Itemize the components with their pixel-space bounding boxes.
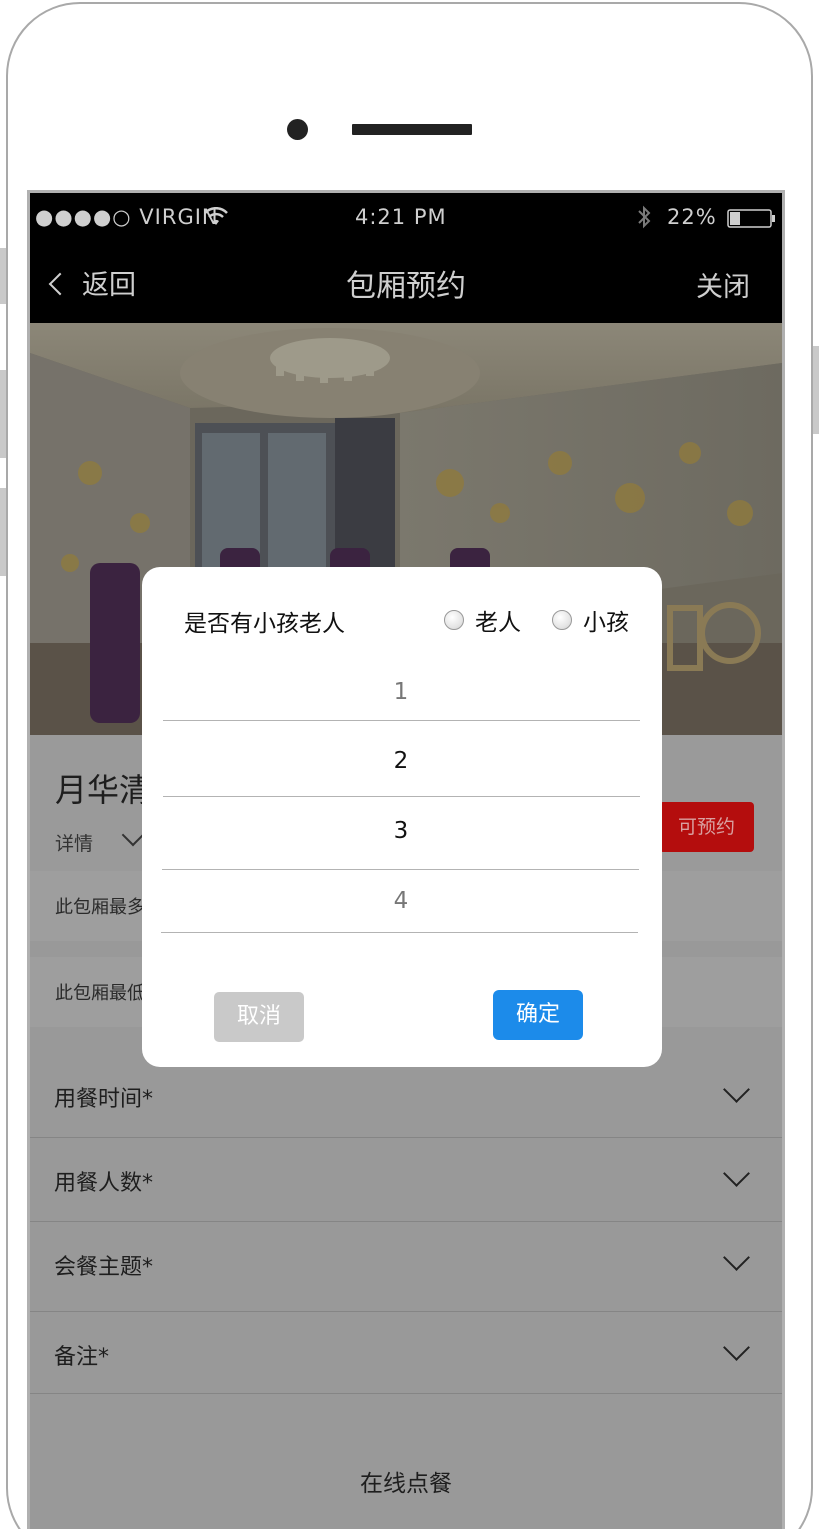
clock-text: 4:21 PM — [355, 205, 447, 229]
nav-bar: 返回 包厢预约 关闭 — [30, 243, 782, 323]
field-theme[interactable]: 会餐主题* — [30, 1222, 782, 1312]
picker-option[interactable]: 4 — [162, 888, 640, 914]
radio-circle-icon[interactable] — [552, 610, 572, 630]
chevron-down-icon — [723, 1160, 750, 1187]
carrier-text: ●●●●○ VIRGIN — [35, 205, 219, 229]
room-name: 月华清 — [55, 771, 152, 809]
page-title: 包厢预约 — [346, 269, 466, 304]
chevron-down-icon — [723, 1334, 750, 1361]
chevron-down-icon[interactable] — [121, 823, 145, 847]
radio-elderly[interactable]: 老人 — [444, 603, 521, 637]
confirm-button[interactable]: 确定 — [493, 990, 583, 1040]
dialog-question: 是否有小孩老人 — [184, 611, 345, 637]
radio-circle-icon[interactable] — [444, 610, 464, 630]
radio-label: 老人 — [475, 610, 521, 636]
field-label: 会餐主题* — [54, 1255, 154, 1280]
radio-child[interactable]: 小孩 — [552, 603, 629, 637]
guest-picker-dialog: 是否有小孩老人 老人 小孩 1 2 3 4 取消 确定 — [142, 567, 662, 1067]
bluetooth-icon — [638, 205, 651, 229]
field-label: 用餐人数* — [54, 1171, 154, 1196]
wifi-icon — [204, 207, 228, 225]
picker-divider — [163, 720, 640, 721]
order-online-label: 在线点餐 — [360, 1471, 452, 1497]
field-guest-count[interactable]: 用餐人数* — [30, 1138, 782, 1222]
picker-option[interactable]: 2 — [162, 748, 640, 774]
speaker-grille — [352, 124, 472, 135]
status-bar: ●●●●○ VIRGIN 4:21 PM 22% — [30, 193, 782, 243]
picker-option[interactable]: 1 — [162, 679, 640, 705]
close-button[interactable]: 关闭 — [696, 265, 750, 304]
details-toggle[interactable]: 详情 — [55, 829, 93, 856]
field-label: 备注* — [54, 1345, 110, 1370]
chevron-down-icon — [723, 1076, 750, 1103]
picker-divider — [163, 796, 640, 797]
cancel-button[interactable]: 取消 — [214, 992, 304, 1042]
side-button — [0, 488, 6, 576]
side-button — [0, 370, 6, 458]
picker-divider — [161, 932, 638, 933]
front-camera — [287, 119, 308, 140]
picker-divider — [162, 869, 639, 870]
order-online-button[interactable]: 在线点餐 — [30, 1428, 782, 1529]
status-badge[interactable]: 可预约 — [659, 802, 754, 852]
field-label: 用餐时间* — [54, 1087, 154, 1112]
battery-icon — [727, 209, 775, 228]
battery-percent: 22% — [667, 205, 717, 229]
side-button — [0, 248, 6, 304]
chevron-down-icon — [723, 1244, 750, 1271]
radio-label: 小孩 — [583, 610, 629, 636]
picker-option[interactable]: 3 — [162, 818, 640, 844]
field-notes[interactable]: 备注* — [30, 1312, 782, 1394]
side-button — [813, 346, 819, 434]
